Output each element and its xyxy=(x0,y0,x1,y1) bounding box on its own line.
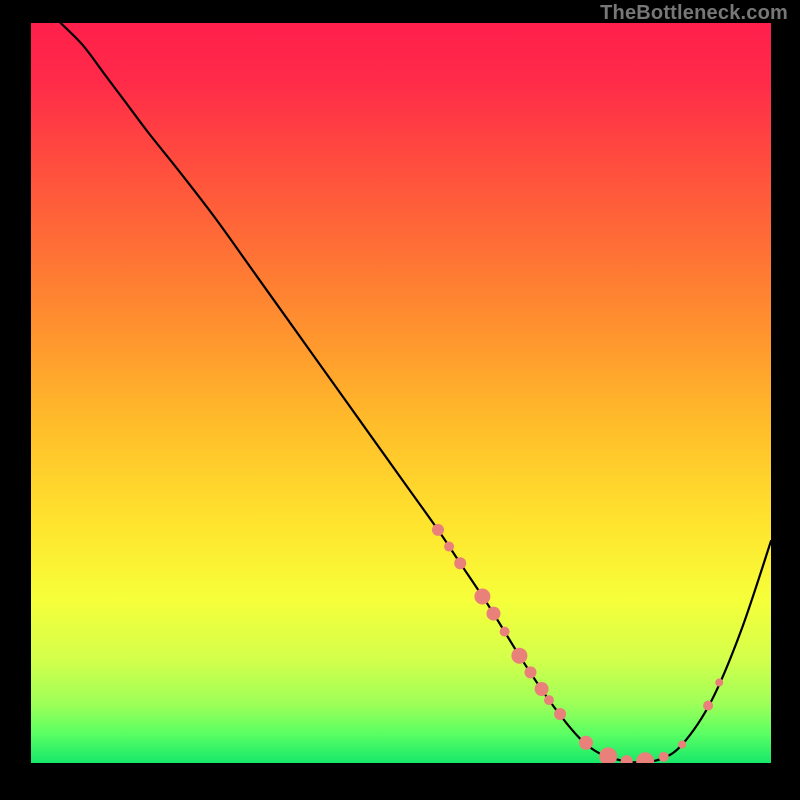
bottleneck-curve-chart xyxy=(31,23,771,763)
data-marker xyxy=(579,736,593,750)
data-marker xyxy=(535,682,549,696)
chart-frame: TheBottleneck.com xyxy=(0,0,800,800)
data-marker xyxy=(678,741,686,749)
data-marker xyxy=(432,524,444,536)
data-marker xyxy=(474,589,490,605)
data-marker xyxy=(715,679,723,687)
data-marker xyxy=(444,542,454,552)
data-marker xyxy=(511,648,527,664)
watermark: TheBottleneck.com xyxy=(600,2,788,25)
data-marker xyxy=(500,627,510,637)
data-marker xyxy=(703,701,713,711)
plot-area xyxy=(31,23,771,763)
data-marker xyxy=(525,666,537,678)
data-marker xyxy=(659,752,669,762)
data-marker xyxy=(544,695,554,705)
data-marker xyxy=(554,708,566,720)
data-marker xyxy=(454,557,466,569)
data-marker xyxy=(487,607,501,621)
